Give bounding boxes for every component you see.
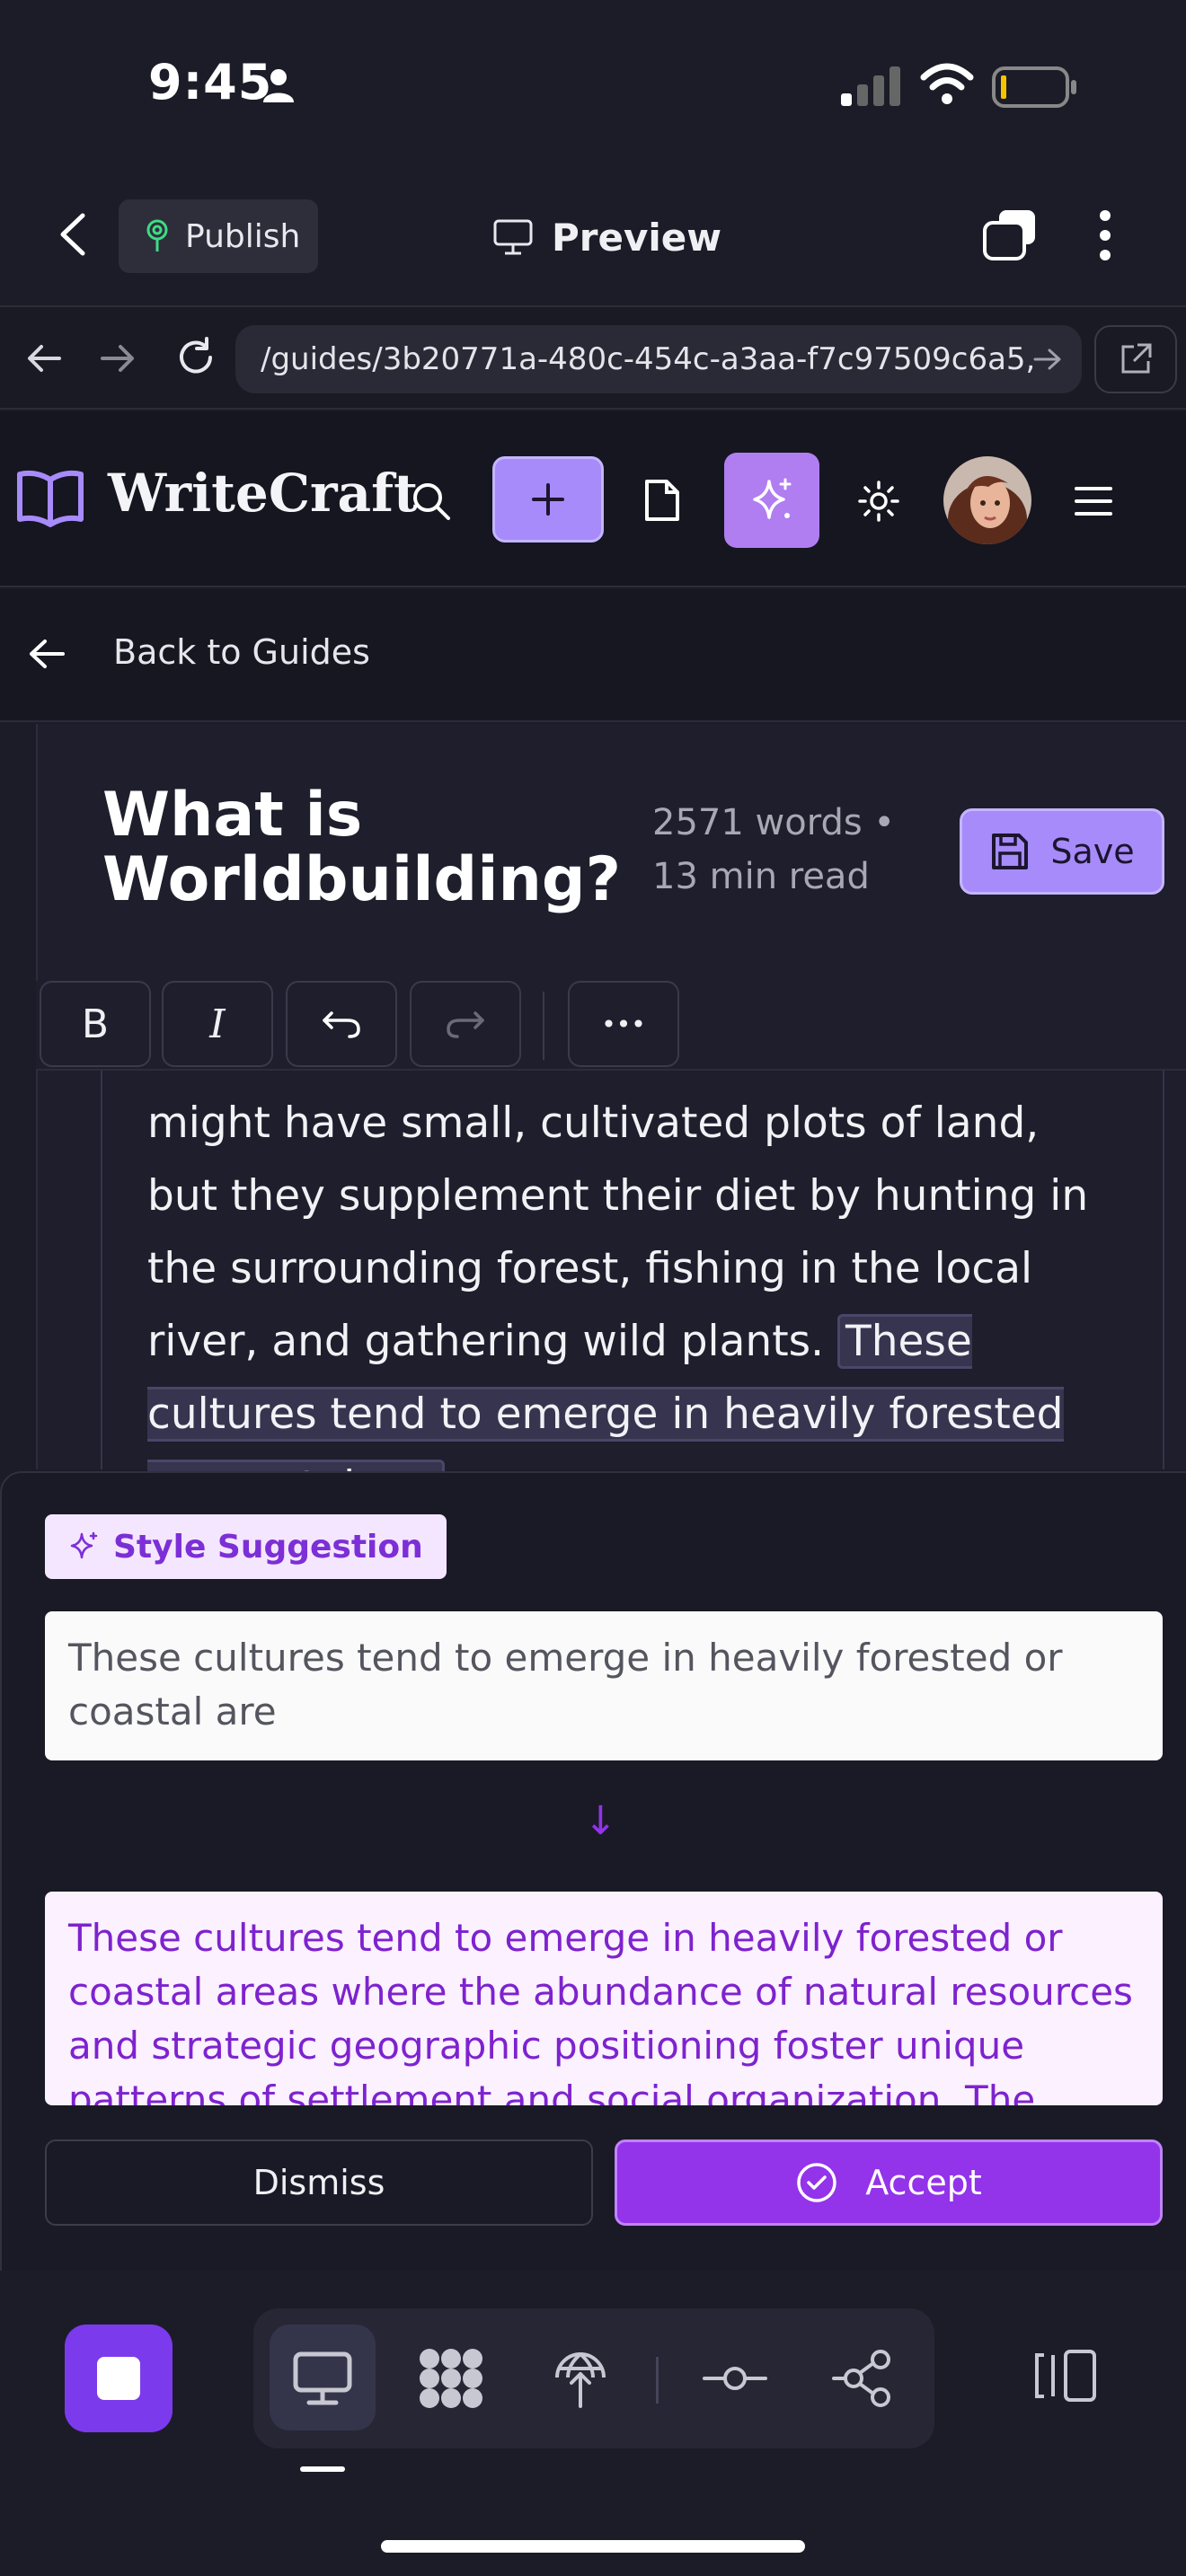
check-circle-icon [795, 2161, 838, 2204]
wifi-icon [920, 63, 974, 106]
more-horizontal-icon: ••• [601, 1009, 646, 1039]
back-chevron-icon[interactable] [56, 212, 92, 257]
battery-icon [992, 66, 1078, 108]
ai-assist-button[interactable] [724, 453, 819, 548]
open-external-button[interactable] [1094, 325, 1177, 393]
globe-upload-icon[interactable] [541, 2339, 620, 2418]
arrow-down-icon: ↓ [584, 1798, 617, 1844]
reload-icon[interactable] [174, 336, 217, 379]
italic-button[interactable]: I [162, 981, 273, 1067]
toolbar-divider [543, 992, 544, 1060]
preview-label: Preview [552, 215, 722, 260]
publish-icon [142, 219, 173, 253]
save-label: Save [1050, 832, 1135, 871]
sidebar-toggle-icon[interactable] [1033, 2348, 1098, 2404]
more-options-button[interactable]: ••• [568, 981, 679, 1067]
read-time: 13 min read [652, 856, 870, 897]
external-link-icon [1118, 341, 1154, 377]
dock-divider [656, 2357, 659, 2404]
back-arrow-icon[interactable] [27, 634, 66, 674]
signal-icon [839, 66, 902, 106]
new-guide-button[interactable] [492, 456, 604, 543]
person-icon [261, 66, 296, 102]
tabs-icon[interactable] [981, 207, 1039, 262]
suggested-text-box[interactable]: These cultures tend to emerge in heavily… [45, 1892, 1163, 2105]
active-tab-indicator [300, 2466, 345, 2472]
original-text-box: These cultures tend to emerge in heavily… [45, 1611, 1163, 1760]
stop-icon [95, 2355, 142, 2402]
word-count: 2571 words • [652, 802, 895, 843]
style-suggestion-badge: Style Suggestion [45, 1514, 447, 1579]
editor-body[interactable]: might have small, cultivated plots of la… [147, 1087, 1118, 1523]
sparkles-small-icon [68, 1531, 101, 1563]
bold-button[interactable]: B [40, 981, 151, 1067]
italic-icon: I [209, 1001, 226, 1047]
git-branch-icon[interactable] [825, 2339, 904, 2418]
browser-back-icon[interactable] [25, 340, 63, 377]
menu-icon[interactable] [1073, 483, 1114, 519]
document-title: What is Worldbuilding? [102, 780, 622, 915]
badge-label: Style Suggestion [113, 1528, 423, 1566]
publish-label: Publish [185, 217, 301, 255]
url-text: /guides/3b20771a-480c-454c-a3aa-f7c97509… [261, 341, 1036, 377]
document-meta: 2571 words • 13 min read [652, 796, 922, 904]
preview-toggle[interactable]: Preview [492, 208, 721, 266]
plus-icon [530, 481, 566, 517]
monitor-icon [492, 218, 534, 256]
browser-forward-icon[interactable] [99, 340, 137, 377]
status-time: 9:45 [148, 54, 273, 110]
redo-icon [445, 1008, 486, 1040]
nodes-grid-icon[interactable] [412, 2339, 491, 2418]
desktop-icon[interactable] [283, 2339, 362, 2418]
redo-button[interactable] [410, 981, 521, 1067]
undo-button[interactable] [286, 981, 397, 1067]
book-logo-icon[interactable] [14, 467, 86, 530]
home-indicator[interactable] [381, 2540, 805, 2553]
back-to-guides-link[interactable]: Back to Guides [113, 632, 370, 672]
save-icon [989, 831, 1031, 872]
url-input[interactable]: /guides/3b20771a-480c-454c-a3aa-f7c97509… [235, 325, 1082, 393]
avatar[interactable] [943, 456, 1031, 544]
accept-button[interactable]: Accept [615, 2139, 1163, 2226]
commit-icon[interactable] [695, 2339, 774, 2418]
stop-button[interactable] [65, 2325, 173, 2432]
more-vertical-icon[interactable] [1096, 208, 1114, 262]
undo-icon [321, 1008, 362, 1040]
search-icon[interactable] [410, 480, 453, 523]
bold-icon: B [81, 1001, 110, 1047]
dismiss-button[interactable]: Dismiss [45, 2139, 593, 2226]
document-icon[interactable] [642, 478, 683, 523]
accept-label: Accept [865, 2163, 982, 2202]
theme-sun-icon[interactable] [857, 480, 900, 523]
dismiss-label: Dismiss [252, 2163, 385, 2202]
publish-button[interactable]: Publish [119, 199, 318, 273]
save-button[interactable]: Save [960, 808, 1164, 895]
sparkles-icon [748, 476, 796, 525]
app-brand[interactable]: WriteCraft [108, 463, 418, 524]
url-go-arrow-icon[interactable] [1031, 343, 1064, 375]
